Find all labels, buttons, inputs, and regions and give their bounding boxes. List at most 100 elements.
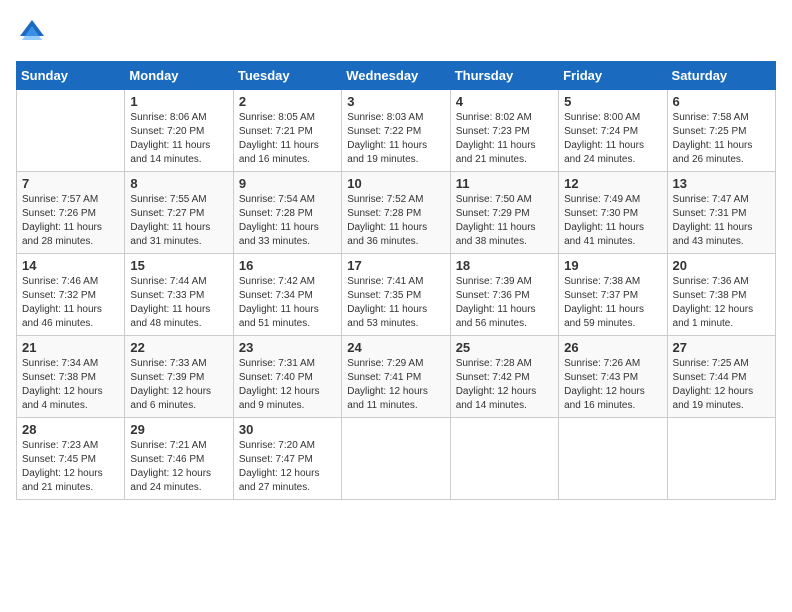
day-number: 20 <box>673 258 770 273</box>
cell-content: Sunrise: 7:41 AM Sunset: 7:35 PM Dayligh… <box>347 275 444 331</box>
day-number: 18 <box>456 258 553 273</box>
cell-content: Sunrise: 7:31 AM Sunset: 7:40 PM Dayligh… <box>239 357 336 413</box>
cell-content: Sunrise: 7:20 AM Sunset: 7:47 PM Dayligh… <box>239 439 336 495</box>
calendar-cell: 11Sunrise: 7:50 AM Sunset: 7:29 PM Dayli… <box>450 172 558 254</box>
day-of-week-header: Thursday <box>450 62 558 90</box>
cell-content: Sunrise: 7:28 AM Sunset: 7:42 PM Dayligh… <box>456 357 553 413</box>
cell-content: Sunrise: 7:47 AM Sunset: 7:31 PM Dayligh… <box>673 193 770 249</box>
day-number: 21 <box>22 340 119 355</box>
cell-content: Sunrise: 7:50 AM Sunset: 7:29 PM Dayligh… <box>456 193 553 249</box>
calendar-week-row: 1 Sunrise: 8:06 AM Sunset: 7:20 PM Daylig… <box>17 90 776 172</box>
cell-content: Sunrise: 8:06 AM Sunset: 7:20 PM Dayligh… <box>130 111 227 167</box>
day-number: 1 <box>130 94 227 109</box>
day-number: 26 <box>564 340 661 355</box>
cell-content: Sunrise: 7:52 AM Sunset: 7:28 PM Dayligh… <box>347 193 444 249</box>
calendar-cell: 20 Sunrise: 7:36 AM Sunset: 7:38 PM Dayli… <box>667 254 775 336</box>
calendar-cell: 22 Sunrise: 7:33 AM Sunset: 7:39 PM Dayli… <box>125 336 233 418</box>
logo-icon <box>18 16 46 44</box>
calendar-cell: 1 Sunrise: 8:06 AM Sunset: 7:20 PM Daylig… <box>125 90 233 172</box>
day-number: 24 <box>347 340 444 355</box>
calendar-cell: 28 Sunrise: 7:23 AM Sunset: 7:45 PM Dayli… <box>17 418 125 500</box>
calendar-cell: 26 Sunrise: 7:26 AM Sunset: 7:43 PM Dayli… <box>559 336 667 418</box>
cell-content: Sunrise: 7:23 AM Sunset: 7:45 PM Dayligh… <box>22 439 119 495</box>
day-of-week-header: Monday <box>125 62 233 90</box>
calendar-week-row: 7 Sunrise: 7:57 AM Sunset: 7:26 PM Daylig… <box>17 172 776 254</box>
calendar-cell: 29Sunrise: 7:21 AM Sunset: 7:46 PM Dayli… <box>125 418 233 500</box>
page-header <box>16 16 776 49</box>
day-number: 27 <box>673 340 770 355</box>
calendar-cell: 18 Sunrise: 7:39 AM Sunset: 7:36 PM Dayli… <box>450 254 558 336</box>
day-number: 8 <box>130 176 227 191</box>
calendar-cell <box>450 418 558 500</box>
cell-content: Sunrise: 7:58 AM Sunset: 7:25 PM Dayligh… <box>673 111 770 167</box>
cell-content: Sunrise: 7:49 AM Sunset: 7:30 PM Dayligh… <box>564 193 661 249</box>
calendar-cell: 24 Sunrise: 7:29 AM Sunset: 7:41 PM Dayli… <box>342 336 450 418</box>
calendar-cell: 8 Sunrise: 7:55 AM Sunset: 7:27 PM Daylig… <box>125 172 233 254</box>
day-number: 6 <box>673 94 770 109</box>
calendar-cell: 23Sunrise: 7:31 AM Sunset: 7:40 PM Dayli… <box>233 336 341 418</box>
cell-content: Sunrise: 8:05 AM Sunset: 7:21 PM Dayligh… <box>239 111 336 167</box>
day-number: 14 <box>22 258 119 273</box>
calendar-cell: 15Sunrise: 7:44 AM Sunset: 7:33 PM Dayli… <box>125 254 233 336</box>
calendar-cell: 3 Sunrise: 8:03 AM Sunset: 7:22 PM Daylig… <box>342 90 450 172</box>
day-number: 4 <box>456 94 553 109</box>
day-number: 17 <box>347 258 444 273</box>
day-number: 22 <box>130 340 227 355</box>
cell-content: Sunrise: 7:21 AM Sunset: 7:46 PM Dayligh… <box>130 439 227 495</box>
calendar-header-row: SundayMondayTuesdayWednesdayThursdayFrid… <box>17 62 776 90</box>
cell-content: Sunrise: 7:26 AM Sunset: 7:43 PM Dayligh… <box>564 357 661 413</box>
day-number: 7 <box>22 176 119 191</box>
day-number: 28 <box>22 422 119 437</box>
cell-content: Sunrise: 7:54 AM Sunset: 7:28 PM Dayligh… <box>239 193 336 249</box>
calendar-cell: 5Sunrise: 8:00 AM Sunset: 7:24 PM Daylig… <box>559 90 667 172</box>
calendar-cell: 14Sunrise: 7:46 AM Sunset: 7:32 PM Dayli… <box>17 254 125 336</box>
calendar-cell: 2 Sunrise: 8:05 AM Sunset: 7:21 PM Daylig… <box>233 90 341 172</box>
calendar-cell: 4 Sunrise: 8:02 AM Sunset: 7:23 PM Daylig… <box>450 90 558 172</box>
calendar-week-row: 21Sunrise: 7:34 AM Sunset: 7:38 PM Dayli… <box>17 336 776 418</box>
calendar-cell <box>17 90 125 172</box>
day-number: 5 <box>564 94 661 109</box>
cell-content: Sunrise: 7:36 AM Sunset: 7:38 PM Dayligh… <box>673 275 770 331</box>
calendar-cell: 17 Sunrise: 7:41 AM Sunset: 7:35 PM Dayli… <box>342 254 450 336</box>
calendar-cell: 6 Sunrise: 7:58 AM Sunset: 7:25 PM Daylig… <box>667 90 775 172</box>
day-of-week-header: Tuesday <box>233 62 341 90</box>
cell-content: Sunrise: 7:29 AM Sunset: 7:41 PM Dayligh… <box>347 357 444 413</box>
calendar-cell: 21Sunrise: 7:34 AM Sunset: 7:38 PM Dayli… <box>17 336 125 418</box>
day-number: 3 <box>347 94 444 109</box>
day-of-week-header: Sunday <box>17 62 125 90</box>
calendar-cell <box>667 418 775 500</box>
calendar-table: SundayMondayTuesdayWednesdayThursdayFrid… <box>16 61 776 500</box>
calendar-cell: 12 Sunrise: 7:49 AM Sunset: 7:30 PM Dayli… <box>559 172 667 254</box>
day-of-week-header: Friday <box>559 62 667 90</box>
calendar-cell <box>559 418 667 500</box>
day-number: 16 <box>239 258 336 273</box>
cell-content: Sunrise: 7:39 AM Sunset: 7:36 PM Dayligh… <box>456 275 553 331</box>
calendar-cell: 19 Sunrise: 7:38 AM Sunset: 7:37 PM Dayli… <box>559 254 667 336</box>
calendar-cell: 30Sunrise: 7:20 AM Sunset: 7:47 PM Dayli… <box>233 418 341 500</box>
day-number: 15 <box>130 258 227 273</box>
logo <box>16 16 46 49</box>
day-of-week-header: Wednesday <box>342 62 450 90</box>
day-number: 10 <box>347 176 444 191</box>
cell-content: Sunrise: 7:57 AM Sunset: 7:26 PM Dayligh… <box>22 193 119 249</box>
cell-content: Sunrise: 7:55 AM Sunset: 7:27 PM Dayligh… <box>130 193 227 249</box>
cell-content: Sunrise: 8:03 AM Sunset: 7:22 PM Dayligh… <box>347 111 444 167</box>
day-number: 19 <box>564 258 661 273</box>
calendar-cell: 13 Sunrise: 7:47 AM Sunset: 7:31 PM Dayli… <box>667 172 775 254</box>
cell-content: Sunrise: 7:38 AM Sunset: 7:37 PM Dayligh… <box>564 275 661 331</box>
day-number: 9 <box>239 176 336 191</box>
calendar-week-row: 14Sunrise: 7:46 AM Sunset: 7:32 PM Dayli… <box>17 254 776 336</box>
calendar-cell: 16Sunrise: 7:42 AM Sunset: 7:34 PM Dayli… <box>233 254 341 336</box>
calendar-cell: 27Sunrise: 7:25 AM Sunset: 7:44 PM Dayli… <box>667 336 775 418</box>
calendar-cell: 25Sunrise: 7:28 AM Sunset: 7:42 PM Dayli… <box>450 336 558 418</box>
cell-content: Sunrise: 7:33 AM Sunset: 7:39 PM Dayligh… <box>130 357 227 413</box>
calendar-cell: 7 Sunrise: 7:57 AM Sunset: 7:26 PM Daylig… <box>17 172 125 254</box>
calendar-cell: 9 Sunrise: 7:54 AM Sunset: 7:28 PM Daylig… <box>233 172 341 254</box>
day-number: 13 <box>673 176 770 191</box>
cell-content: Sunrise: 8:02 AM Sunset: 7:23 PM Dayligh… <box>456 111 553 167</box>
logo-text <box>16 16 46 49</box>
calendar-week-row: 28 Sunrise: 7:23 AM Sunset: 7:45 PM Dayli… <box>17 418 776 500</box>
day-number: 12 <box>564 176 661 191</box>
day-number: 2 <box>239 94 336 109</box>
day-of-week-header: Saturday <box>667 62 775 90</box>
